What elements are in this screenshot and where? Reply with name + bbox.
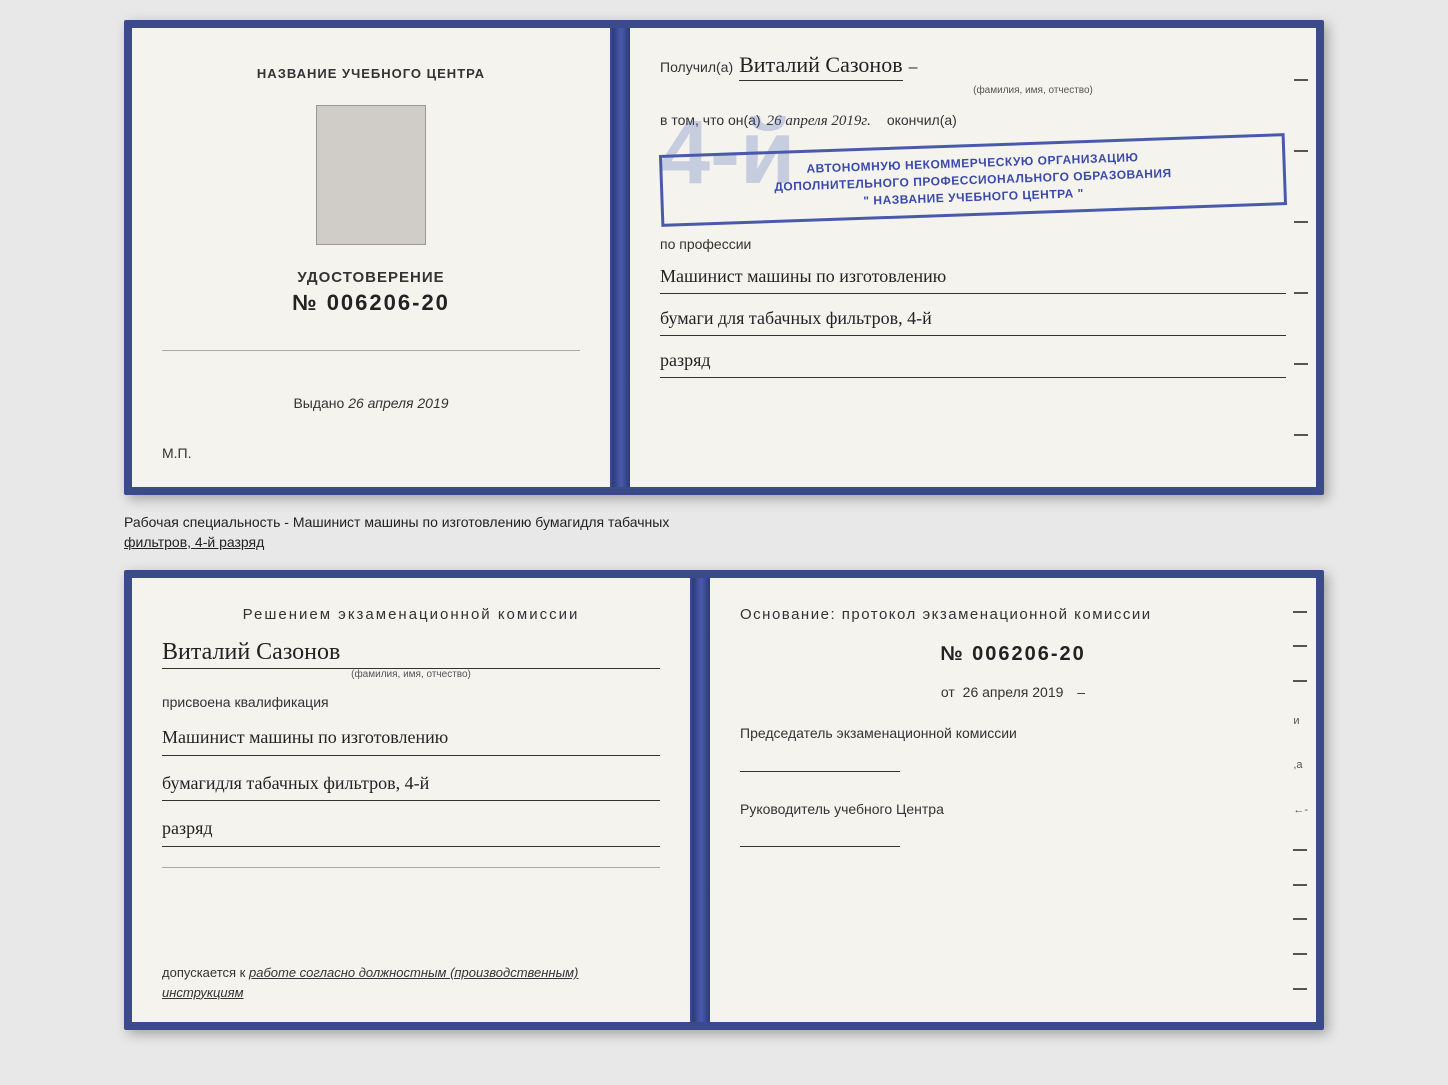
photo-placeholder	[316, 105, 426, 245]
predsedatel-signature-line	[740, 752, 900, 772]
osnovanie-title: Основание: протокол экзаменационной коми…	[740, 606, 1286, 623]
bottom-name-hint: (фамилия, имя, отчество)	[162, 669, 660, 680]
bottom-name-block: Виталий Сазонов (фамилия, имя, отчество)	[162, 639, 660, 680]
reshen-title: Решением экзаменационной комиссии	[162, 606, 660, 623]
ot-label: от	[941, 684, 955, 700]
protocol-number: № 006206-20	[740, 643, 1286, 666]
side-dash	[1294, 221, 1308, 223]
side-dash	[1294, 363, 1308, 365]
side-dash	[1293, 680, 1307, 682]
side-dash	[1294, 150, 1308, 152]
side-dash	[1293, 611, 1307, 613]
profession-line1: Машинист машины по изготовлению	[660, 262, 1286, 294]
prisvoena-label: присвоена квалификация	[162, 694, 660, 710]
qual-line1: Машинист машины по изготовлению	[162, 722, 660, 756]
top-certificate: НАЗВАНИЕ УЧЕБНОГО ЦЕНТРА УДОСТОВЕРЕНИЕ №…	[124, 20, 1324, 495]
rukovoditel-title: Руководитель учебного Центра	[740, 800, 1286, 820]
side-dash	[1293, 884, 1307, 886]
right-side-dashes	[1294, 28, 1308, 487]
vydano-line: Выдано 26 апреля 2019	[293, 395, 448, 411]
side-dash	[1294, 292, 1308, 294]
udostoverenie-title: УДОСТОВЕРЕНИЕ	[292, 269, 450, 286]
middle-text-line1: Рабочая специальность - Машинист машины …	[124, 514, 669, 530]
mp-label: М.П.	[162, 445, 580, 467]
middle-text-line2: фильтров, 4-й разряд	[124, 534, 264, 550]
top-left-page: НАЗВАНИЕ УЧЕБНОГО ЦЕНТРА УДОСТОВЕРЕНИЕ №…	[132, 28, 612, 487]
side-dash	[1293, 645, 1307, 647]
vtom-label: в том, что он(а)	[660, 112, 761, 128]
profession-line3: разряд	[660, 346, 1286, 378]
qual-line2: бумагидля табачных фильтров, 4-й	[162, 768, 660, 802]
ot-date-line: от 26 апреля 2019 –	[740, 684, 1286, 700]
bottom-right-side-dashes: и ,а ←-	[1293, 578, 1308, 1022]
rukovoditel-block: Руководитель учебного Центра	[740, 800, 1286, 848]
date-value: 26 апреля 2019г.	[767, 113, 871, 130]
bottom-recipient-name: Виталий Сазонов	[162, 639, 660, 669]
poluchil-label: Получил(а)	[660, 59, 733, 75]
ot-dash: –	[1077, 684, 1085, 700]
po-professii-label: по профессии	[660, 236, 1286, 252]
top-spine	[612, 28, 630, 487]
top-right-page: Получил(а) Виталий Сазонов – (фамилия, и…	[630, 28, 1316, 487]
side-dash	[1293, 849, 1307, 851]
recipient-hint: (фамилия, имя, отчество)	[780, 85, 1286, 96]
top-training-center-label: НАЗВАНИЕ УЧЕБНОГО ЦЕНТРА	[257, 66, 485, 81]
vtom-line: в том, что он(а) 26 апреля 2019г. окончи…	[660, 112, 1286, 130]
bottom-certificate: Решением экзаменационной комиссии Витали…	[124, 570, 1324, 1030]
side-dash	[1294, 79, 1308, 81]
qual-line3: разряд	[162, 813, 660, 847]
bottom-left-page: Решением экзаменационной комиссии Витали…	[132, 578, 692, 1022]
recipient-name: Виталий Сазонов	[739, 52, 902, 81]
rukovoditel-signature-line	[740, 827, 900, 847]
predsedatel-block: Председатель экзаменационной комиссии	[740, 724, 1286, 772]
side-dash	[1293, 988, 1307, 990]
poluchil-line: Получил(а) Виталий Сазонов –	[660, 52, 1286, 81]
middle-text-strip: Рабочая специальность - Машинист машины …	[124, 511, 1324, 554]
side-dash	[1294, 434, 1308, 436]
udostoverenie-number: № 006206-20	[292, 290, 450, 316]
dopuskaetsya-block: допускается к работе согласно должностны…	[162, 943, 660, 1002]
predsedatel-title: Председатель экзаменационной комиссии	[740, 724, 1286, 744]
ot-date-value: 26 апреля 2019	[963, 684, 1064, 700]
bottom-right-page: Основание: протокол экзаменационной коми…	[710, 578, 1316, 1022]
dopuskaetsya-label: допускается к	[162, 965, 245, 980]
vydano-date: 26 апреля 2019	[348, 395, 448, 411]
side-dash	[1293, 918, 1307, 920]
udostoverenie-block: УДОСТОВЕРЕНИЕ № 006206-20	[292, 269, 450, 316]
okonchil-label: окончил(а)	[887, 112, 957, 128]
stamp-block: АВТОНОМНУЮ НЕКОММЕРЧЕСКУЮ ОРГАНИЗАЦИЮ ДО…	[659, 133, 1287, 227]
bottom-spine	[692, 578, 710, 1022]
dash-after-name: –	[909, 59, 918, 77]
side-dash	[1293, 953, 1307, 955]
profession-line2: бумаги для табачных фильтров, 4-й	[660, 304, 1286, 336]
vydano-label: Выдано	[293, 395, 344, 411]
